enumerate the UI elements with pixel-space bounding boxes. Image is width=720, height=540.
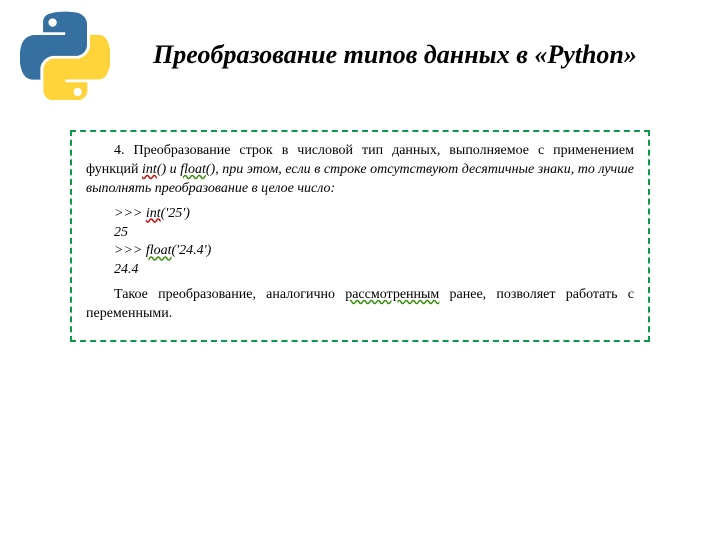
func-float: float	[180, 162, 206, 177]
func-int: int	[142, 162, 157, 177]
code-example: >>> int('25') 25 >>> float('24.4') 24.4	[114, 205, 634, 281]
text: рассмотренным	[345, 287, 439, 302]
page-title: Преобразование типов данных в «Python»	[110, 38, 700, 72]
python-logo-icon	[20, 10, 110, 100]
code-line: 25	[114, 224, 634, 243]
text: Такое преобразование, аналогично	[114, 287, 345, 302]
header: Преобразование типов данных в «Python»	[0, 0, 720, 100]
code-line: >>> int('25')	[114, 205, 634, 224]
code-line: >>> float('24.4')	[114, 242, 634, 261]
text: () и	[157, 162, 180, 177]
paragraph-2: Такое преобразование, аналогично рассмот…	[86, 286, 634, 324]
code-line: 24.4	[114, 261, 634, 280]
paragraph-1: 4. Преобразование строк в числовой тип д…	[86, 142, 634, 199]
content-box: 4. Преобразование строк в числовой тип д…	[70, 130, 650, 342]
